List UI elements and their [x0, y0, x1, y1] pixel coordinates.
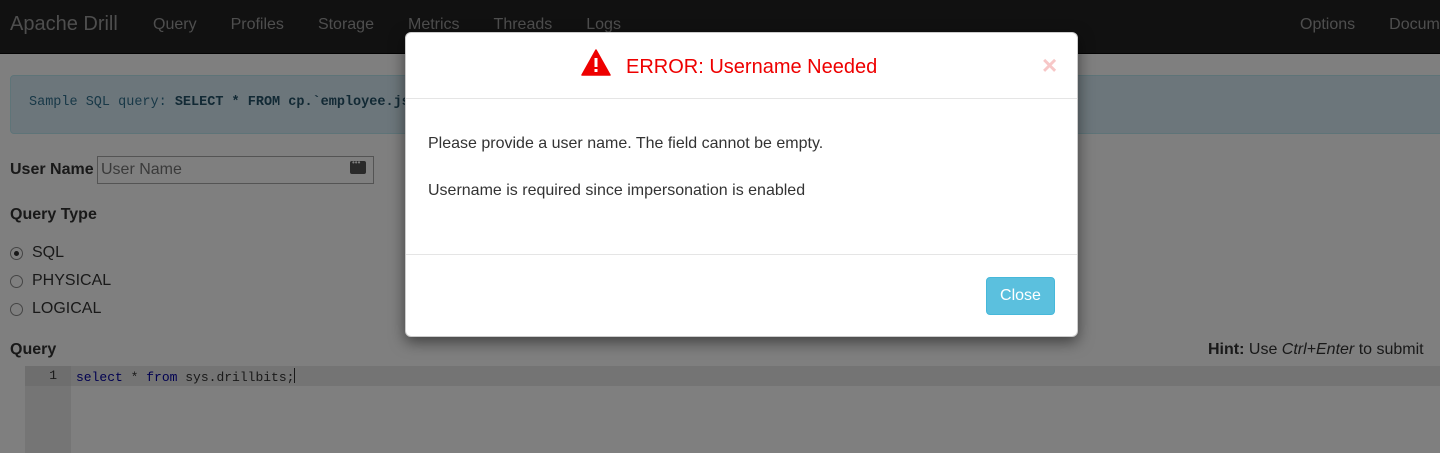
- modal-footer: Close: [406, 254, 1077, 336]
- modal-body: Please provide a user name. The field ca…: [428, 99, 1058, 255]
- modal-header: ERROR: Username Needed ×: [406, 33, 1077, 99]
- warning-icon: [581, 49, 611, 76]
- modal-message-line1: Please provide a user name. The field ca…: [428, 135, 824, 152]
- close-button[interactable]: Close: [986, 277, 1055, 315]
- error-modal: ERROR: Username Needed × Please provide …: [405, 32, 1078, 337]
- modal-message-line2: Username is required since impersonation…: [428, 182, 806, 199]
- close-icon[interactable]: ×: [1042, 52, 1057, 78]
- modal-title: ERROR: Username Needed: [626, 56, 878, 78]
